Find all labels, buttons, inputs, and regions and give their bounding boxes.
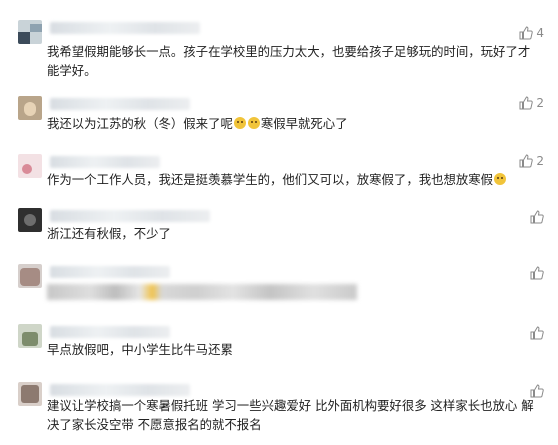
thumbs-up-icon (519, 154, 534, 168)
blurred-comment-text (47, 284, 357, 300)
comment-text: 建议让学校搞一个寒暑假托班 学习一些兴趣爱好 比外面机构要好很多 这样家长也放心… (47, 398, 534, 432)
username-blurred[interactable] (50, 210, 210, 222)
avatar[interactable] (18, 324, 42, 348)
username-blurred[interactable] (50, 266, 170, 278)
comment-text: 早点放假吧，中小学生比牛马还累 (47, 342, 233, 357)
username-blurred[interactable] (50, 326, 170, 338)
like-count: 2 (536, 96, 544, 110)
username-blurred[interactable] (50, 22, 200, 34)
comment-text: 作为一个工作人员，我还是挺羡慕学生的，他们又可以，放寒假了，我也想放寒假 (47, 170, 538, 189)
comment-text-part: 寒假早就死心了 (260, 116, 348, 131)
smiling-face-icon (494, 173, 507, 185)
smiling-face-icon (233, 117, 246, 129)
comment-text-part: 作为一个工作人员，我还是挺羡慕学生的，他们又可以，放寒假了，我也想放寒假 (47, 172, 494, 187)
thumbs-up-icon (530, 266, 544, 280)
like-button[interactable] (530, 384, 544, 398)
like-button[interactable] (530, 326, 544, 340)
like-button[interactable] (530, 266, 544, 280)
smiling-face-icon (247, 117, 260, 129)
thumbs-up-icon (519, 96, 534, 110)
like-button[interactable] (530, 210, 544, 224)
like-button[interactable]: 4 (519, 26, 544, 40)
avatar[interactable] (18, 154, 42, 178)
avatar[interactable] (18, 96, 42, 120)
like-count: 2 (536, 154, 544, 168)
avatar[interactable] (18, 264, 42, 288)
username-blurred[interactable] (50, 98, 190, 110)
thumbs-up-icon (530, 384, 544, 398)
thumbs-up-icon (530, 210, 544, 224)
avatar[interactable] (18, 20, 42, 44)
comment-text: 我还以为江苏的秋（冬）假来了呢 寒假早就死心了 (47, 114, 538, 133)
like-count: 4 (536, 26, 544, 40)
thumbs-up-icon (519, 26, 534, 40)
like-button[interactable]: 2 (519, 96, 544, 110)
avatar[interactable] (18, 382, 42, 406)
like-button[interactable]: 2 (519, 154, 544, 168)
username-blurred[interactable] (50, 384, 190, 396)
comment-text-part: 我还以为江苏的秋（冬）假来了呢 (47, 116, 233, 131)
avatar[interactable] (18, 208, 42, 232)
comment-text: 浙江还有秋假，不少了 (47, 226, 171, 241)
username-blurred[interactable] (50, 156, 160, 168)
comment-text: 我希望假期能够长一点。孩子在学校里的压力太大，也要给孩子足够玩的时间，玩好了才能… (47, 44, 531, 78)
thumbs-up-icon (530, 326, 544, 340)
